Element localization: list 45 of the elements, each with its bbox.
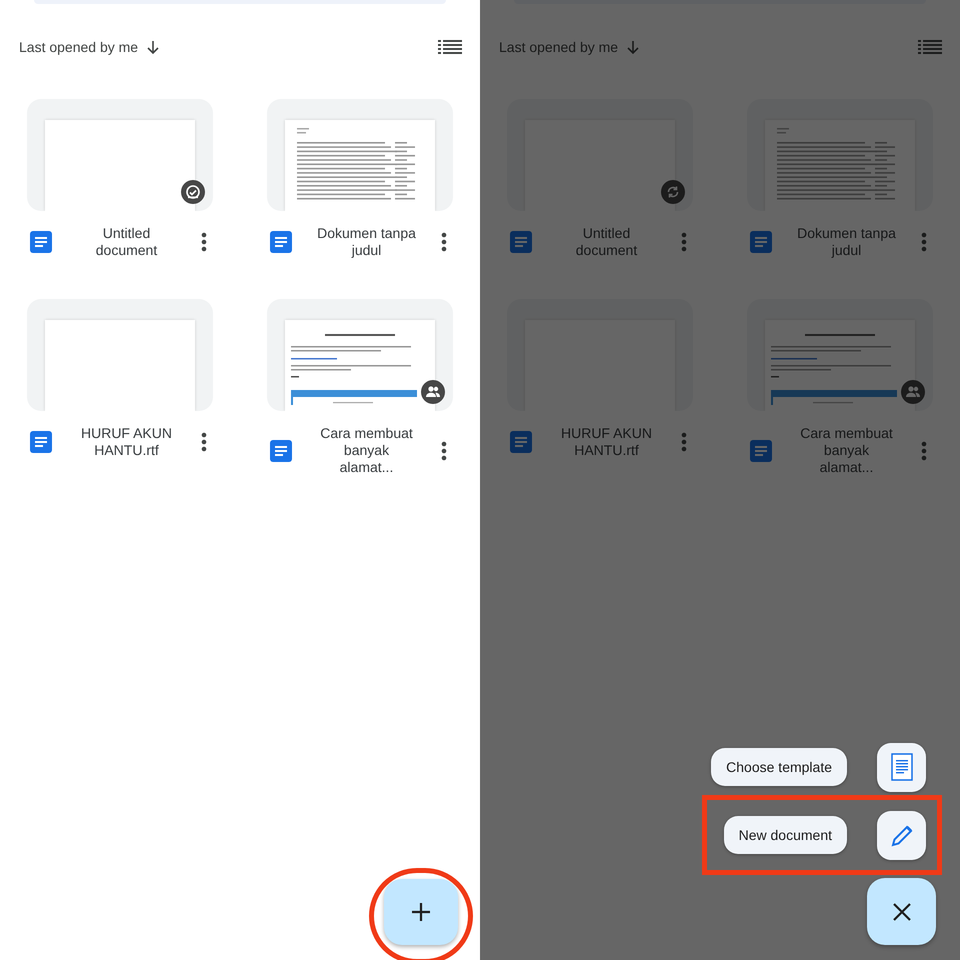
- offline-icon: [181, 180, 205, 204]
- file-thumbnail[interactable]: [267, 99, 453, 211]
- close-icon: [890, 900, 912, 922]
- file-thumbnail[interactable]: [747, 299, 933, 411]
- file-name: Untitled document: [574, 225, 638, 259]
- more-options-icon[interactable]: [441, 440, 447, 460]
- file-thumbnail[interactable]: [507, 99, 693, 211]
- document-icon: [510, 431, 532, 453]
- document-icon: [270, 440, 292, 462]
- file-name: Cara membuat banyak alamat...: [799, 425, 894, 476]
- file-thumbnail[interactable]: [747, 99, 933, 211]
- document-icon: [30, 231, 52, 253]
- close-button[interactable]: [867, 878, 936, 945]
- document-icon: [510, 231, 532, 253]
- menu-item-button[interactable]: [877, 810, 926, 860]
- arrow-down-icon: [626, 40, 640, 54]
- file-name: Untitled document: [94, 225, 158, 259]
- sort-button[interactable]: Last opened by me: [19, 36, 160, 58]
- people-icon: [901, 380, 925, 404]
- more-options-icon[interactable]: [201, 232, 207, 252]
- document-icon: [890, 753, 912, 781]
- arrow-down-icon: [146, 40, 160, 54]
- create-button[interactable]: [384, 879, 458, 945]
- sync-icon: [661, 180, 685, 204]
- file-thumbnail[interactable]: [27, 299, 213, 411]
- file-name: HURUF AKUN HANTU.rtf: [80, 425, 173, 459]
- file-thumbnail[interactable]: [267, 299, 453, 411]
- document-icon: [30, 431, 52, 453]
- more-options-icon[interactable]: [201, 432, 207, 452]
- pencil-icon: [890, 823, 914, 847]
- document-icon: [750, 440, 772, 462]
- people-icon: [421, 380, 445, 404]
- menu-item-button[interactable]: [877, 742, 926, 792]
- menu-item-label[interactable]: Choose template: [711, 748, 847, 786]
- menu-item-label[interactable]: New document: [724, 816, 847, 854]
- document-icon: [270, 231, 292, 253]
- file-thumbnail[interactable]: [27, 99, 213, 211]
- more-options-icon[interactable]: [441, 232, 447, 252]
- document-icon: [750, 231, 772, 253]
- plus-icon: [410, 901, 432, 923]
- file-name: Cara membuat banyak alamat...: [319, 425, 414, 476]
- file-name: HURUF AKUN HANTU.rtf: [560, 425, 653, 459]
- file-name: Dokumen tanpa judul: [316, 225, 417, 259]
- file-name: Dokumen tanpa judul: [796, 225, 897, 259]
- list-view-icon[interactable]: [438, 40, 462, 54]
